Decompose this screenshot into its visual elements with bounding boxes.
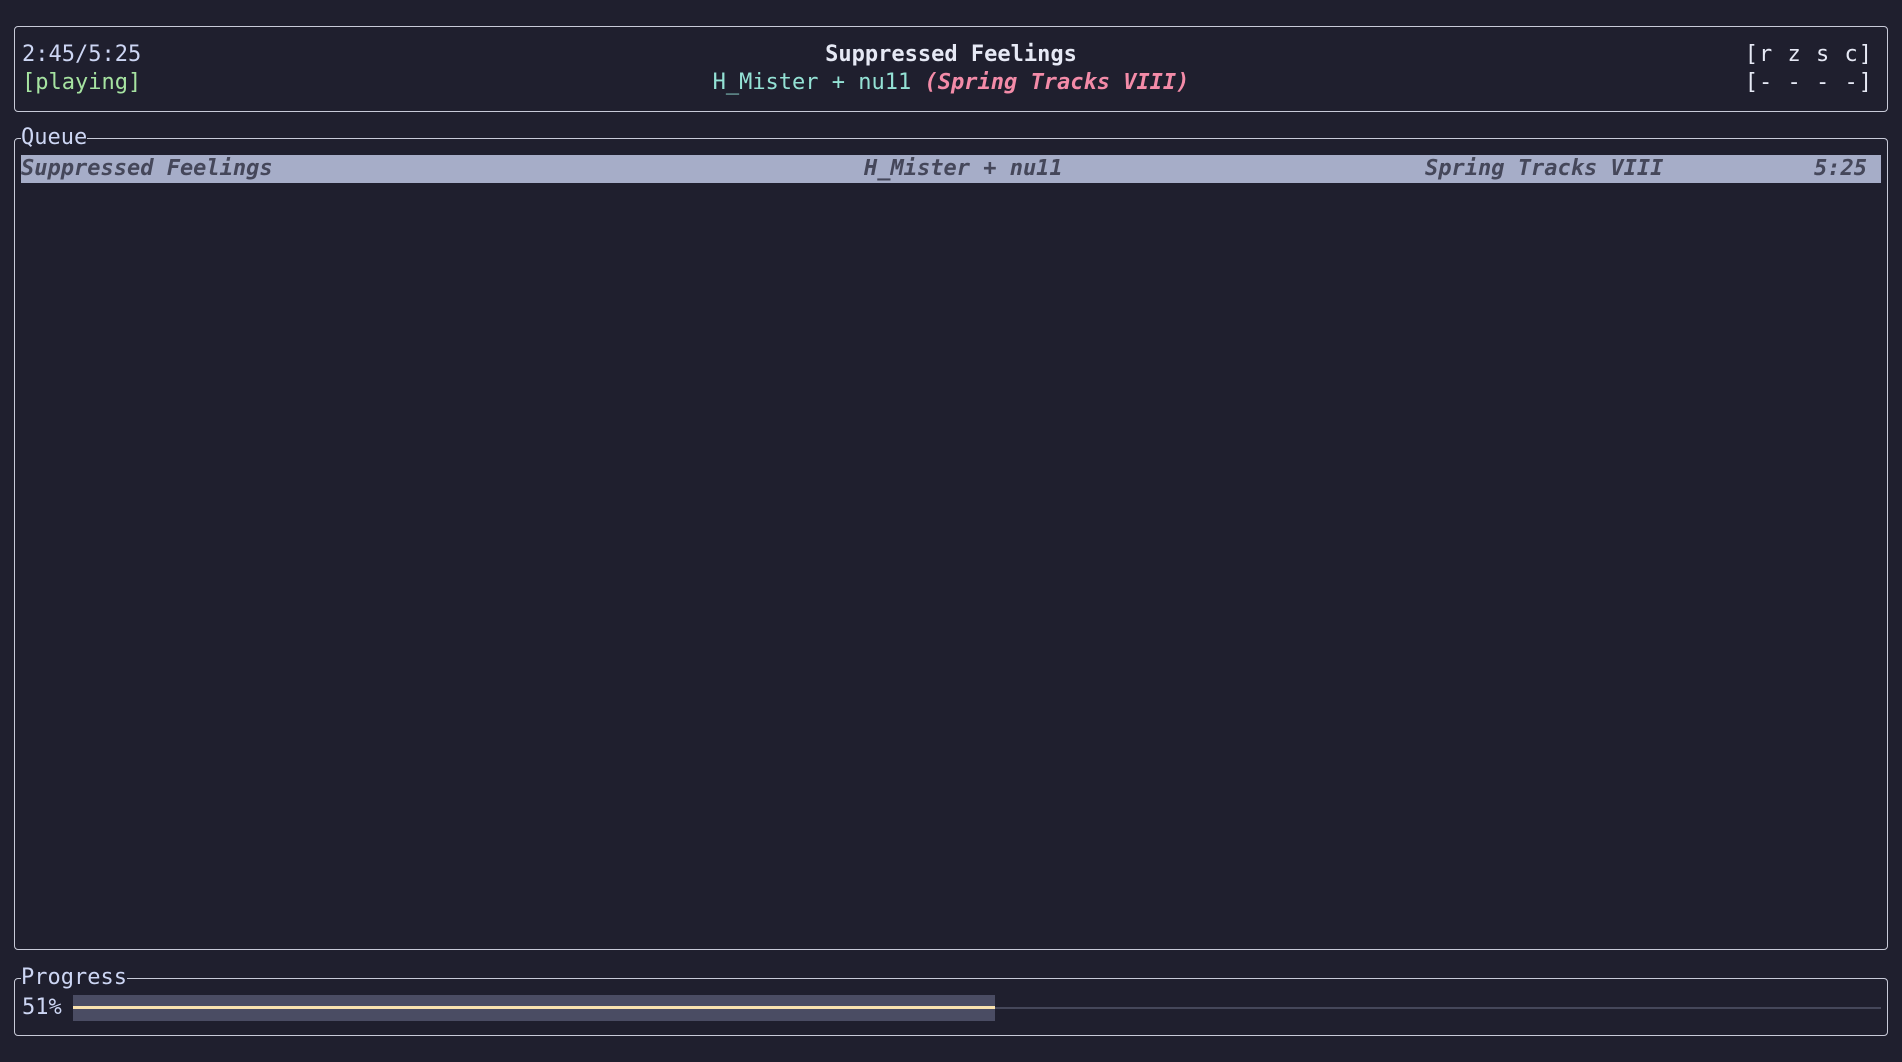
now-playing-header: 2:45/5:25 [playing] Suppressed Feelings … — [14, 26, 1888, 112]
queue-panel: Queue Suppressed Feelings H_Mister + nu1… — [14, 125, 1888, 950]
progress-panel: Progress 51% — [14, 965, 1888, 1036]
song-album: (Spring Tracks VIII) — [924, 70, 1190, 95]
flags-values: [- - - -] — [1744, 70, 1873, 95]
song-artist: H_Mister + nu11 — [712, 70, 912, 95]
queue-title: Queue — [21, 125, 88, 151]
playback-flags: [r z s c] [- - - -] — [1745, 41, 1873, 97]
queue-row-album: Spring Tracks VIII — [1425, 156, 1664, 181]
queue-row-duration: 5:25 — [1814, 156, 1867, 181]
queue-row-title: Suppressed Feelings — [21, 156, 273, 181]
progress-fill — [73, 1006, 995, 1009]
queue-row-artist: H_Mister + nu11 — [864, 156, 1063, 181]
progress-title: Progress — [21, 965, 127, 991]
progress-percent: 51% — [22, 995, 62, 1020]
track-info: Suppressed Feelings H_Mister + nu11 (Spr… — [15, 41, 1887, 97]
queue-row[interactable]: Suppressed Feelings H_Mister + nu11 Spri… — [21, 155, 1881, 183]
flags-labels: [r z s c] — [1744, 42, 1873, 67]
song-title: Suppressed Feelings — [825, 42, 1077, 67]
